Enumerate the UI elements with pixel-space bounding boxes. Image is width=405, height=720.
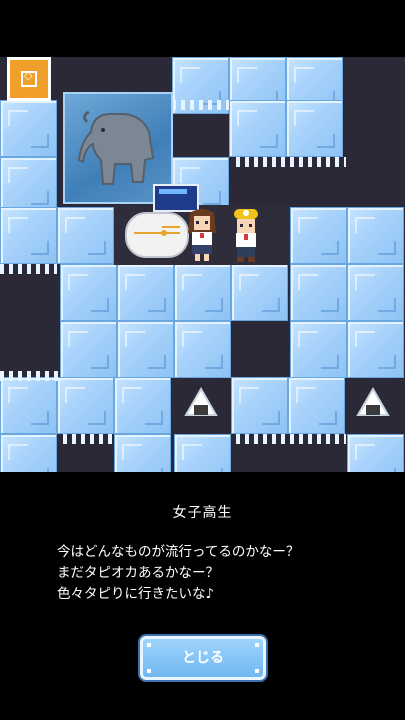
dialog-line: 今はどんなものが流行ってるのかなー？	[57, 544, 300, 560]
ice-block[interactable]	[290, 207, 347, 264]
icicles	[0, 371, 60, 381]
dialog-message: 今はどんなものが流行ってるのかなー？ まだタピオカあるかなー？ 色々タピりに行き…	[57, 542, 377, 605]
schoolgirl-sprite[interactable]	[185, 207, 219, 262]
ice-block[interactable]	[347, 264, 404, 321]
ice-block[interactable]	[60, 264, 117, 321]
dialog-line: まだタピオカあるかなー？	[57, 565, 219, 581]
ice-block[interactable]	[0, 434, 57, 472]
close-button[interactable]: とじる	[140, 636, 266, 680]
ice-block[interactable]	[0, 100, 57, 157]
onigiri-item[interactable]	[356, 387, 390, 419]
ice-block[interactable]	[288, 377, 345, 434]
ice-block[interactable]	[229, 100, 286, 157]
ice-block[interactable]	[174, 321, 231, 378]
dialog-line: 色々タピりに行きたいな♪	[57, 586, 215, 602]
icicles	[63, 434, 113, 444]
ice-block[interactable]	[347, 321, 404, 378]
miner-sprite[interactable]	[230, 205, 262, 263]
ice-block[interactable]	[114, 377, 171, 434]
ice-block[interactable]	[0, 377, 57, 434]
speaker-name: 女子高生	[172, 505, 233, 521]
capsule-machine[interactable]	[122, 207, 192, 262]
ice-block[interactable]	[231, 264, 288, 321]
ice-block[interactable]	[57, 207, 114, 264]
onigiri-item[interactable]	[184, 387, 218, 419]
ice-block[interactable]	[347, 207, 404, 264]
ice-block[interactable]	[286, 100, 343, 157]
close-button-label: とじる	[182, 650, 224, 666]
ice-block[interactable]	[114, 434, 171, 472]
ice-block[interactable]	[231, 377, 288, 434]
ice-block[interactable]	[174, 264, 231, 321]
menu-icon	[21, 69, 37, 87]
ice-block[interactable]	[57, 377, 114, 434]
ice-block[interactable]	[347, 434, 404, 472]
icicles	[172, 100, 229, 110]
ice-block[interactable]	[290, 321, 347, 378]
icicles	[236, 434, 346, 444]
ice-block[interactable]	[174, 434, 231, 472]
game-field[interactable]	[0, 57, 405, 472]
menu-button[interactable]	[7, 57, 51, 101]
top-bar	[0, 0, 405, 57]
ice-block[interactable]	[290, 264, 347, 321]
ice-block[interactable]	[117, 321, 174, 378]
icicles	[0, 264, 57, 274]
dialog-panel: 女子高生 今はどんなものが流行ってるのかなー？ まだタピオカあるかなー？ 色々タ…	[0, 472, 405, 720]
ice-block[interactable]	[60, 321, 117, 378]
ice-block[interactable]	[117, 264, 174, 321]
ice-block[interactable]	[0, 157, 57, 214]
ice-block[interactable]	[0, 207, 57, 264]
icicles	[236, 157, 346, 167]
